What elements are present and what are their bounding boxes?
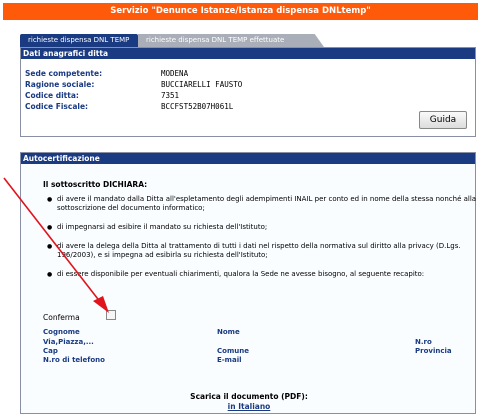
annotation-arrow-icon bbox=[3, 177, 109, 313]
